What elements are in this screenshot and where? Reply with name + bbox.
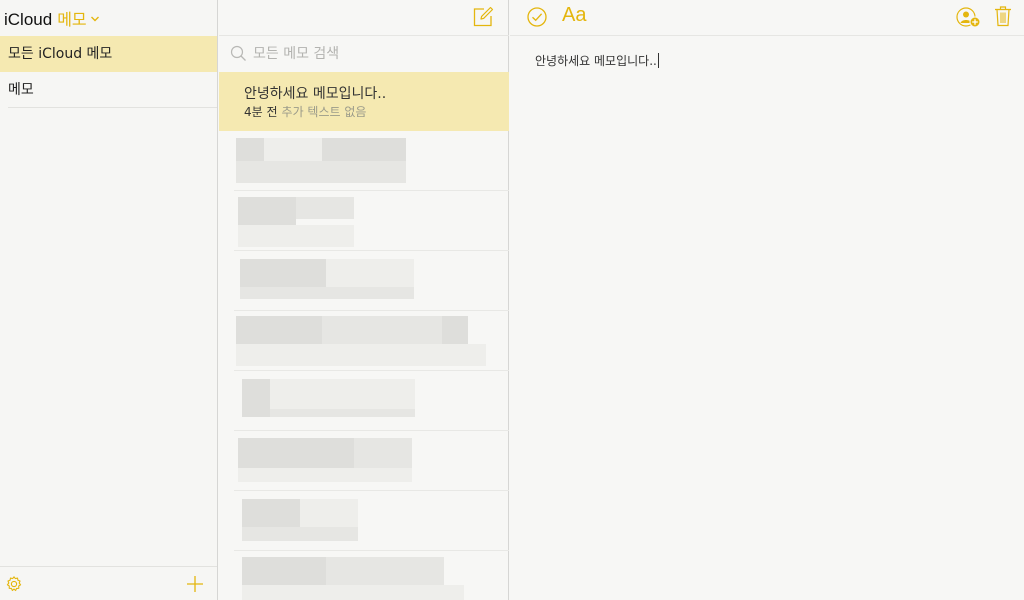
editor-toolbar: Aa	[510, 0, 1024, 36]
text-caret	[657, 53, 659, 68]
search-icon	[230, 45, 247, 62]
brand-name: iCloud	[4, 10, 53, 29]
folder-sidebar: iCloud 메모 모든 iCloud 메모 메모	[0, 0, 218, 600]
add-folder-button[interactable]	[185, 574, 205, 594]
list-item[interactable]	[234, 191, 509, 251]
note-body-text: 안녕하세요 메모입니다..	[535, 54, 657, 68]
note-timestamp: 4분 전	[244, 105, 278, 119]
list-item[interactable]	[234, 551, 509, 600]
chevron-down-icon[interactable]	[90, 8, 100, 27]
checkmark-circle-icon	[527, 7, 547, 27]
list-item[interactable]	[234, 371, 509, 431]
sidebar-footer	[0, 566, 217, 600]
note-title: 안녕하세요 메모입니다..	[244, 86, 387, 102]
trash-icon	[995, 6, 1011, 27]
notes-app: iCloud 메모 모든 iCloud 메모 메모 모든 메모 검색 안녕하세요…	[0, 0, 1024, 600]
list-item[interactable]	[234, 491, 509, 551]
app-name[interactable]: 메모	[57, 6, 86, 30]
search-bar	[219, 36, 509, 72]
note-body[interactable]: 안녕하세요 메모입니다..	[535, 52, 659, 69]
note-list-item-selected[interactable]: 안녕하세요 메모입니다.. 4분 전 추가 텍스트 없음	[219, 72, 509, 131]
compose-icon	[473, 6, 494, 27]
note-meta: 4분 전 추가 텍스트 없음	[244, 103, 366, 120]
app-switcher[interactable]: iCloud 메모	[4, 6, 100, 30]
note-list-pane: 안녕하세요 메모입니다.. 4분 전추가 텍스트 없음	[219, 0, 509, 600]
divider	[8, 107, 217, 108]
checklist-button[interactable]	[526, 6, 548, 28]
folder-item-all-icloud-notes[interactable]: 모든 iCloud 메모	[0, 36, 217, 72]
list-item[interactable]	[234, 311, 509, 371]
note-editor: Aa 안녕하세요 메모입니다..	[510, 0, 1024, 600]
folder-item-notes[interactable]: 메모	[0, 72, 217, 108]
format-button[interactable]: Aa	[562, 4, 586, 27]
list-item[interactable]	[234, 251, 509, 311]
plus-icon	[187, 576, 203, 592]
add-people-button[interactable]	[956, 6, 982, 30]
compose-button[interactable]	[471, 5, 495, 29]
note-preview: 추가 텍스트 없음	[281, 105, 367, 119]
search-input[interactable]	[253, 42, 493, 66]
list-item[interactable]	[234, 131, 509, 191]
gear-icon[interactable]	[5, 575, 23, 593]
delete-button[interactable]	[994, 5, 1012, 27]
folder-item-label: 모든 iCloud 메모	[8, 46, 113, 62]
folder-item-label: 메모	[8, 82, 34, 98]
add-person-icon	[956, 7, 981, 28]
note-list-toolbar	[219, 0, 509, 36]
list-item[interactable]	[234, 431, 509, 491]
folder-list: 모든 iCloud 메모 메모	[0, 36, 217, 108]
